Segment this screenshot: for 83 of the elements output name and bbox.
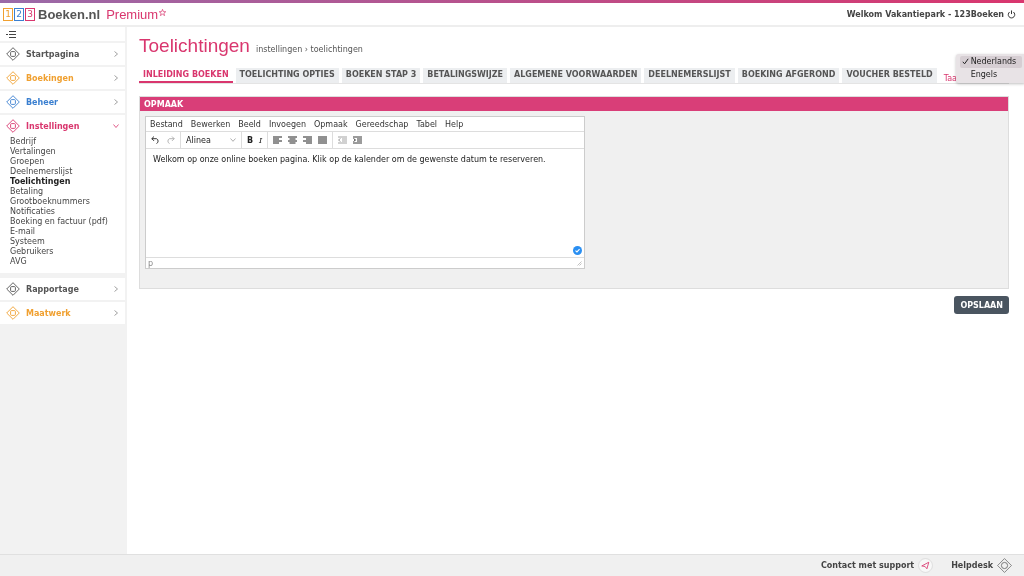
nav-item[interactable]: Rapportage: [0, 278, 125, 300]
submenu-item[interactable]: Gebruikers: [10, 247, 125, 257]
chevron-icon: [113, 286, 119, 292]
element-path: p: [148, 258, 154, 268]
power-icon[interactable]: [1007, 9, 1016, 19]
submenu-item[interactable]: Toelichtingen: [10, 177, 125, 187]
submenu-item[interactable]: Groepen: [10, 157, 125, 167]
language-label: Taa: [943, 73, 957, 83]
submenu-item[interactable]: Systeem: [10, 237, 125, 247]
nav-item[interactable]: Beheer: [0, 91, 125, 113]
italic-button[interactable]: I: [259, 135, 263, 145]
editor-menu-item[interactable]: Tabel: [416, 119, 438, 129]
tab[interactable]: VOUCHER BESTELD: [842, 68, 937, 83]
chevron-icon: [113, 99, 119, 105]
logo-edition: Premium: [106, 6, 159, 22]
editor-menu-item[interactable]: Opmaak: [314, 119, 348, 129]
submenu-item[interactable]: Bedrijf: [10, 137, 125, 147]
editor-menu-item[interactable]: Help: [445, 119, 464, 129]
nav-item[interactable]: Startpagina: [0, 43, 125, 65]
tab[interactable]: BOEKEN STAP 3: [341, 68, 421, 83]
welcome-text: Welkom Vakantiepark - 123Boeken: [846, 9, 1004, 19]
check-badge-icon: [573, 246, 582, 255]
logo-digit: 1: [3, 7, 13, 21]
paper-plane-icon[interactable]: [918, 558, 934, 573]
lifebuoy-icon[interactable]: [997, 558, 1012, 573]
support-link[interactable]: Contact met support: [821, 561, 915, 570]
editor-menu-item[interactable]: Beeld: [238, 119, 261, 129]
chevron-icon: [113, 310, 119, 316]
diamond-icon: [6, 47, 20, 61]
submenu-item[interactable]: Notificaties: [10, 207, 125, 217]
submenu-item[interactable]: Boeking en factuur (pdf): [10, 217, 125, 227]
diamond-icon: [6, 95, 20, 109]
outdent-icon[interactable]: [338, 136, 348, 144]
chevron-icon: [113, 75, 119, 81]
editor-menu-item[interactable]: Invoegen: [268, 119, 306, 129]
submenu-item[interactable]: Deelnemerslijst: [10, 167, 125, 177]
text-editor[interactable]: Bestand Bewerken Beeld Invoegen Opmaak Gereedschap Tabel Help Alinea B I Welkom op onze online boeken pagina. Klik op de kalender om de gewenste datum te reserveren. p: [145, 116, 585, 269]
editor-menu-item[interactable]: Gereedschap: [355, 119, 409, 129]
align-icon[interactable]: [288, 136, 298, 144]
submenu-item[interactable]: E-mail: [10, 227, 125, 237]
save-button[interactable]: OPSLAAN: [954, 296, 1009, 314]
language-option[interactable]: Engels: [959, 68, 1022, 81]
chevron-icon: [113, 123, 119, 129]
submenu-item[interactable]: Betaling: [10, 187, 125, 197]
diamond-icon: [6, 282, 20, 296]
check-icon: [961, 58, 969, 65]
star-icon: [159, 8, 167, 16]
diamond-icon: [6, 306, 20, 320]
align-icon[interactable]: [273, 136, 283, 144]
tab[interactable]: BOEKING AFGEROND: [737, 68, 840, 83]
format-select[interactable]: Alinea: [186, 135, 236, 145]
editor-menu-item[interactable]: Bewerken: [190, 119, 231, 129]
language-option[interactable]: Nederlands: [959, 55, 1022, 68]
breadcrumb: instellingen › toelichtingen: [255, 45, 363, 54]
panel-header: OPMAAK: [140, 97, 1008, 111]
align-icon[interactable]: [318, 136, 328, 144]
page-title: Toelichtingen: [139, 35, 250, 57]
bold-button[interactable]: B: [247, 135, 254, 145]
tab[interactable]: ALGEMENE VOORWAARDEN: [510, 68, 642, 83]
logo-digit: 3: [25, 7, 35, 21]
submenu-item[interactable]: Vertalingen: [10, 147, 125, 157]
diamond-icon: [6, 71, 20, 85]
diamond-icon: [6, 119, 20, 133]
tab[interactable]: DEELNEMERSLIJST: [644, 68, 735, 83]
helpdesk-link[interactable]: Helpdesk: [951, 561, 993, 570]
resize-handle-icon[interactable]: [577, 260, 582, 266]
nav-item[interactable]: Instellingen: [0, 115, 125, 137]
submenu-item[interactable]: Grootboeknummers: [10, 197, 125, 207]
redo-icon[interactable]: [166, 136, 175, 144]
editor-text: Welkom op onze online boeken pagina. Klik op de kalender om de gewenste datum te reserveren.: [153, 155, 547, 164]
undo-icon[interactable]: [151, 136, 160, 144]
editor-menu-item[interactable]: Bestand: [150, 119, 183, 129]
submenu-item[interactable]: AVG: [10, 257, 125, 267]
chevron-icon: [113, 51, 119, 57]
caret-icon: [230, 138, 236, 142]
tab[interactable]: TOELICHTING OPTIES: [235, 68, 339, 83]
indent-icon[interactable]: [353, 136, 363, 144]
logo-digit: 2: [14, 7, 24, 21]
tab[interactable]: BETALINGSWIJZE: [423, 68, 508, 83]
logo-name: Boeken.nl: [38, 6, 101, 22]
tab[interactable]: INLEIDING BOEKEN: [139, 68, 233, 83]
menu-icon[interactable]: [6, 30, 16, 38]
align-icon[interactable]: [303, 136, 313, 144]
